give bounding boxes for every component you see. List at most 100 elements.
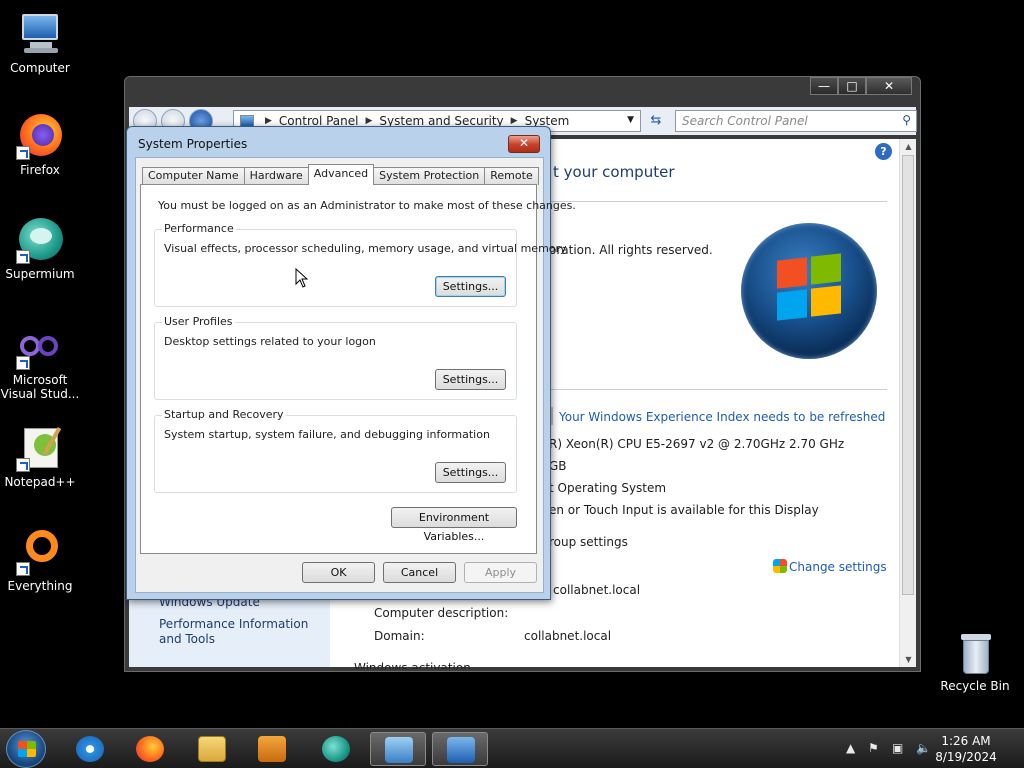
desktop-icon-everything[interactable]: Everything [0, 528, 80, 593]
desktop-icon-supermium[interactable]: Supermium [0, 216, 80, 281]
clock-time: 1:26 AM [941, 734, 991, 748]
taskbar-system-properties[interactable] [432, 732, 488, 766]
scroll-up-icon[interactable]: ▲ [900, 142, 917, 151]
maximize-button[interactable]: □ [838, 77, 866, 95]
tab-computer-name[interactable]: Computer Name [142, 167, 245, 185]
window-caption-buttons: — □ ✕ [810, 77, 912, 95]
close-button[interactable]: ✕ [866, 77, 912, 95]
firefox-icon [136, 736, 164, 762]
link-performance-information[interactable]: Performance Information and Tools [159, 617, 329, 647]
desktop-icon-visual-studio[interactable]: Microsoft Visual Stud... [0, 330, 80, 401]
desktop-icon-label: Recycle Bin [940, 679, 1010, 693]
tab-hardware[interactable]: Hardware [243, 167, 309, 185]
group-description: System startup, system failure, and debu… [164, 428, 490, 441]
taskbar-firefox[interactable] [122, 732, 178, 766]
clock-date: 8/19/2024 [935, 750, 997, 764]
tab-strip: Computer Name Hardware Advanced System P… [142, 164, 539, 185]
startup-recovery-settings-button[interactable]: Settings... [435, 462, 506, 483]
chevron-up-icon[interactable]: ▲ [846, 741, 855, 755]
advanced-tab-page: You must be logged on as an Administrato… [140, 184, 576, 554]
start-button[interactable] [6, 730, 46, 768]
chevron-right-icon: ▶ [265, 116, 272, 126]
experience-index-link[interactable]: Your Windows Experience Index needs to b… [559, 410, 885, 424]
tab-advanced[interactable]: Advanced [307, 164, 375, 185]
refresh-icon[interactable]: ⇆ [645, 110, 667, 132]
desktop-icon-label: Microsoft Visual Stud... [0, 373, 80, 401]
change-settings-link[interactable]: Change settings [789, 560, 887, 574]
performance-group: Performance Visual effects, processor sc… [154, 222, 567, 307]
user-profiles-group: User Profiles Desktop settings related t… [154, 315, 517, 400]
scroll-down-icon[interactable]: ▼ [900, 655, 917, 664]
clock[interactable]: 1:26 AM 8/19/2024 [926, 733, 1006, 765]
copyright-text: oration. All rights reserved. [549, 243, 713, 257]
control-panel-icon [385, 737, 413, 763]
search-placeholder: Search Control Panel [682, 114, 808, 128]
taskbar: ▲ ⚑ ▣ 🔈 1:26 AM 8/19/2024 [0, 728, 1024, 768]
supermium-icon [16, 216, 64, 264]
folder-icon [198, 736, 226, 762]
tab-remote[interactable]: Remote [484, 167, 539, 185]
desktop-icon-label: Everything [7, 579, 73, 593]
desktop-icon-computer[interactable]: Computer [0, 10, 80, 75]
desktop-icon-notepad-plus-plus[interactable]: Notepad++ [0, 424, 80, 489]
system-type-value: t Operating System [549, 481, 667, 495]
desktop-icon-label: Notepad++ [4, 475, 76, 489]
taskbar-supermium[interactable] [308, 732, 364, 766]
search-icon[interactable]: ⚲ [902, 113, 911, 127]
chevron-down-icon[interactable]: ▼ [627, 115, 634, 125]
pen-touch-value: en or Touch Input is available for this … [549, 503, 819, 517]
everything-icon [16, 528, 64, 576]
computer-icon [16, 10, 64, 58]
internet-explorer-icon [76, 736, 104, 762]
flag-icon[interactable]: ⚑ [868, 741, 879, 755]
help-icon[interactable]: ? [875, 143, 892, 160]
taskbar-media-player[interactable] [244, 732, 300, 766]
desktop-icon-recycle-bin[interactable]: Recycle Bin [935, 630, 1015, 693]
dialog-close-button[interactable]: ✕ [508, 135, 540, 153]
scrollbar-thumb[interactable] [902, 155, 914, 595]
minimize-button[interactable]: — [810, 77, 838, 95]
ok-button[interactable]: OK [302, 562, 375, 583]
vertical-scrollbar[interactable]: ▲ ▼ [899, 139, 916, 667]
environment-variables-button[interactable]: Environment Variables... [391, 507, 517, 543]
section-heading: roup settings [549, 535, 628, 549]
notepad-plus-plus-icon [16, 424, 64, 472]
startup-recovery-group: Startup and Recovery System startup, sys… [154, 408, 517, 493]
page-heading: t your computer [553, 163, 675, 181]
admin-note: You must be logged on as an Administrato… [158, 199, 576, 212]
dialog-title: System Properties [138, 137, 248, 151]
mouse-cursor-icon [295, 268, 309, 288]
tab-system-protection[interactable]: System Protection [373, 167, 486, 185]
media-player-icon [258, 736, 286, 762]
activation-heading: Windows activation [354, 661, 471, 669]
processor-value: R) Xeon(R) CPU E5-2697 v2 @ 2.70GHz 2.70… [549, 437, 845, 451]
cancel-button[interactable]: Cancel [383, 562, 456, 583]
group-label: Performance [162, 222, 236, 235]
desktop-icon-label: Firefox [20, 163, 60, 177]
user-profiles-settings-button[interactable]: Settings... [435, 369, 506, 390]
system-properties-dialog[interactable]: System Properties ✕ Computer Name Hardwa… [126, 126, 576, 600]
domain-value: collabnet.local [524, 629, 612, 643]
dialog-body: Computer Name Hardware Advanced System P… [135, 157, 576, 593]
desktop-icon-label: Computer [10, 61, 70, 75]
memory-value: GB [549, 459, 567, 473]
taskbar-file-explorer[interactable] [184, 732, 240, 766]
chevron-right-icon: ▶ [365, 116, 373, 126]
windows-logo-icon [741, 223, 877, 359]
search-input[interactable]: Search Control Panel ⚲ [675, 110, 917, 132]
taskbar-control-panel[interactable] [370, 732, 426, 766]
taskbar-internet-explorer[interactable] [62, 732, 118, 766]
group-description: Desktop settings related to your logon [164, 335, 376, 348]
shield-icon [773, 559, 787, 573]
apply-button[interactable]: Apply [464, 562, 537, 583]
group-description: Visual effects, processor scheduling, me… [164, 242, 567, 255]
desktop-icon-firefox[interactable]: Firefox [0, 112, 80, 177]
performance-settings-button[interactable]: Settings... [435, 276, 506, 297]
computer-description-label: Computer description: [374, 606, 509, 620]
supermium-icon [322, 736, 350, 762]
recycle-bin-icon [951, 630, 999, 676]
group-label: User Profiles [162, 315, 235, 328]
group-label: Startup and Recovery [162, 408, 286, 421]
network-icon[interactable]: ▣ [892, 741, 903, 755]
full-computer-name-value: collabnet.local [553, 583, 641, 597]
